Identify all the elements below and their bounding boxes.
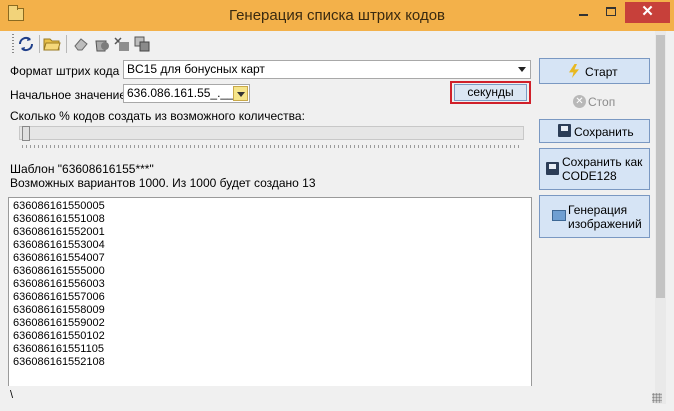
resize-grip-icon[interactable] xyxy=(652,393,662,403)
percent-slider-track[interactable] xyxy=(19,126,524,140)
start-value-label: Начальное значение xyxy=(10,88,127,102)
toolbar-grip xyxy=(12,34,14,54)
format-combobox-value: BC15 для бонусных карт xyxy=(127,62,265,76)
code-line: 636086161552108 xyxy=(13,356,105,368)
erase-icon[interactable] xyxy=(72,35,90,53)
codes-lines: 636086161550005 636086161551008 63608616… xyxy=(13,200,105,369)
code-line: 636086161559002 xyxy=(13,317,105,329)
percent-label: Сколько % кодов создать из возможного ко… xyxy=(10,109,305,123)
stop-icon: ✕ xyxy=(573,95,586,108)
maximize-icon xyxy=(606,7,616,16)
template-text: Шаблон "63608616155***" xyxy=(10,162,154,176)
save-button-label: Сохранить xyxy=(574,125,634,139)
floppy-disk-icon xyxy=(546,162,559,175)
status-bar xyxy=(8,386,653,404)
slider-ticks xyxy=(22,145,522,148)
percent-slider-thumb[interactable] xyxy=(22,126,30,141)
code-line: 636086161558009 xyxy=(13,304,105,316)
toolbar-separator xyxy=(66,35,67,53)
image-icon xyxy=(552,210,566,221)
stop-button[interactable]: Стоп xyxy=(588,95,615,109)
refresh-icon[interactable] xyxy=(17,35,35,53)
format-label: Формат штрих кода xyxy=(10,64,120,78)
start-value-text: 636.086.161.55_.__ xyxy=(127,86,234,100)
save-as-label-line1: Сохранить как xyxy=(562,155,643,169)
generate-label-line2: изображений xyxy=(568,217,642,231)
code-line: 636086161550102 xyxy=(13,330,105,342)
copy-icon[interactable] xyxy=(133,35,151,53)
code-line: 636086161557006 xyxy=(13,291,105,303)
clear-icon[interactable] xyxy=(113,35,131,53)
close-icon: ✕ xyxy=(641,3,654,20)
generate-label-line1: Генерация xyxy=(568,203,628,217)
code-line: 636086161552001 xyxy=(13,226,105,238)
minimize-icon xyxy=(579,14,588,16)
save-as-label-line2: CODE128 xyxy=(562,169,617,183)
variants-text: Возможных вариантов 1000. Из 1000 будет … xyxy=(10,176,316,190)
floppy-disk-icon xyxy=(558,124,571,137)
code-line: 636086161554007 xyxy=(13,252,105,264)
status-text: \ xyxy=(10,389,14,401)
code-line: 636086161553004 xyxy=(13,239,105,251)
open-folder-icon[interactable] xyxy=(43,35,61,53)
minimize-button[interactable] xyxy=(569,2,598,22)
recycle-icon[interactable] xyxy=(92,35,110,53)
code-line: 636086161551105 xyxy=(13,343,104,355)
start-button-label: Старт xyxy=(585,65,618,79)
code-line: 636086161550005 xyxy=(13,200,105,212)
chevron-down-icon[interactable] xyxy=(518,67,526,72)
toolbar-separator xyxy=(39,35,40,53)
code-line: 636086161556003 xyxy=(13,278,105,290)
start-value-dropdown-button[interactable] xyxy=(233,86,248,101)
code-line: 636086161555000 xyxy=(13,265,105,277)
scrollbar-thumb[interactable] xyxy=(656,35,665,298)
seconds-button[interactable]: секунды xyxy=(454,84,527,101)
code-line: 636086161551008 xyxy=(13,213,105,225)
